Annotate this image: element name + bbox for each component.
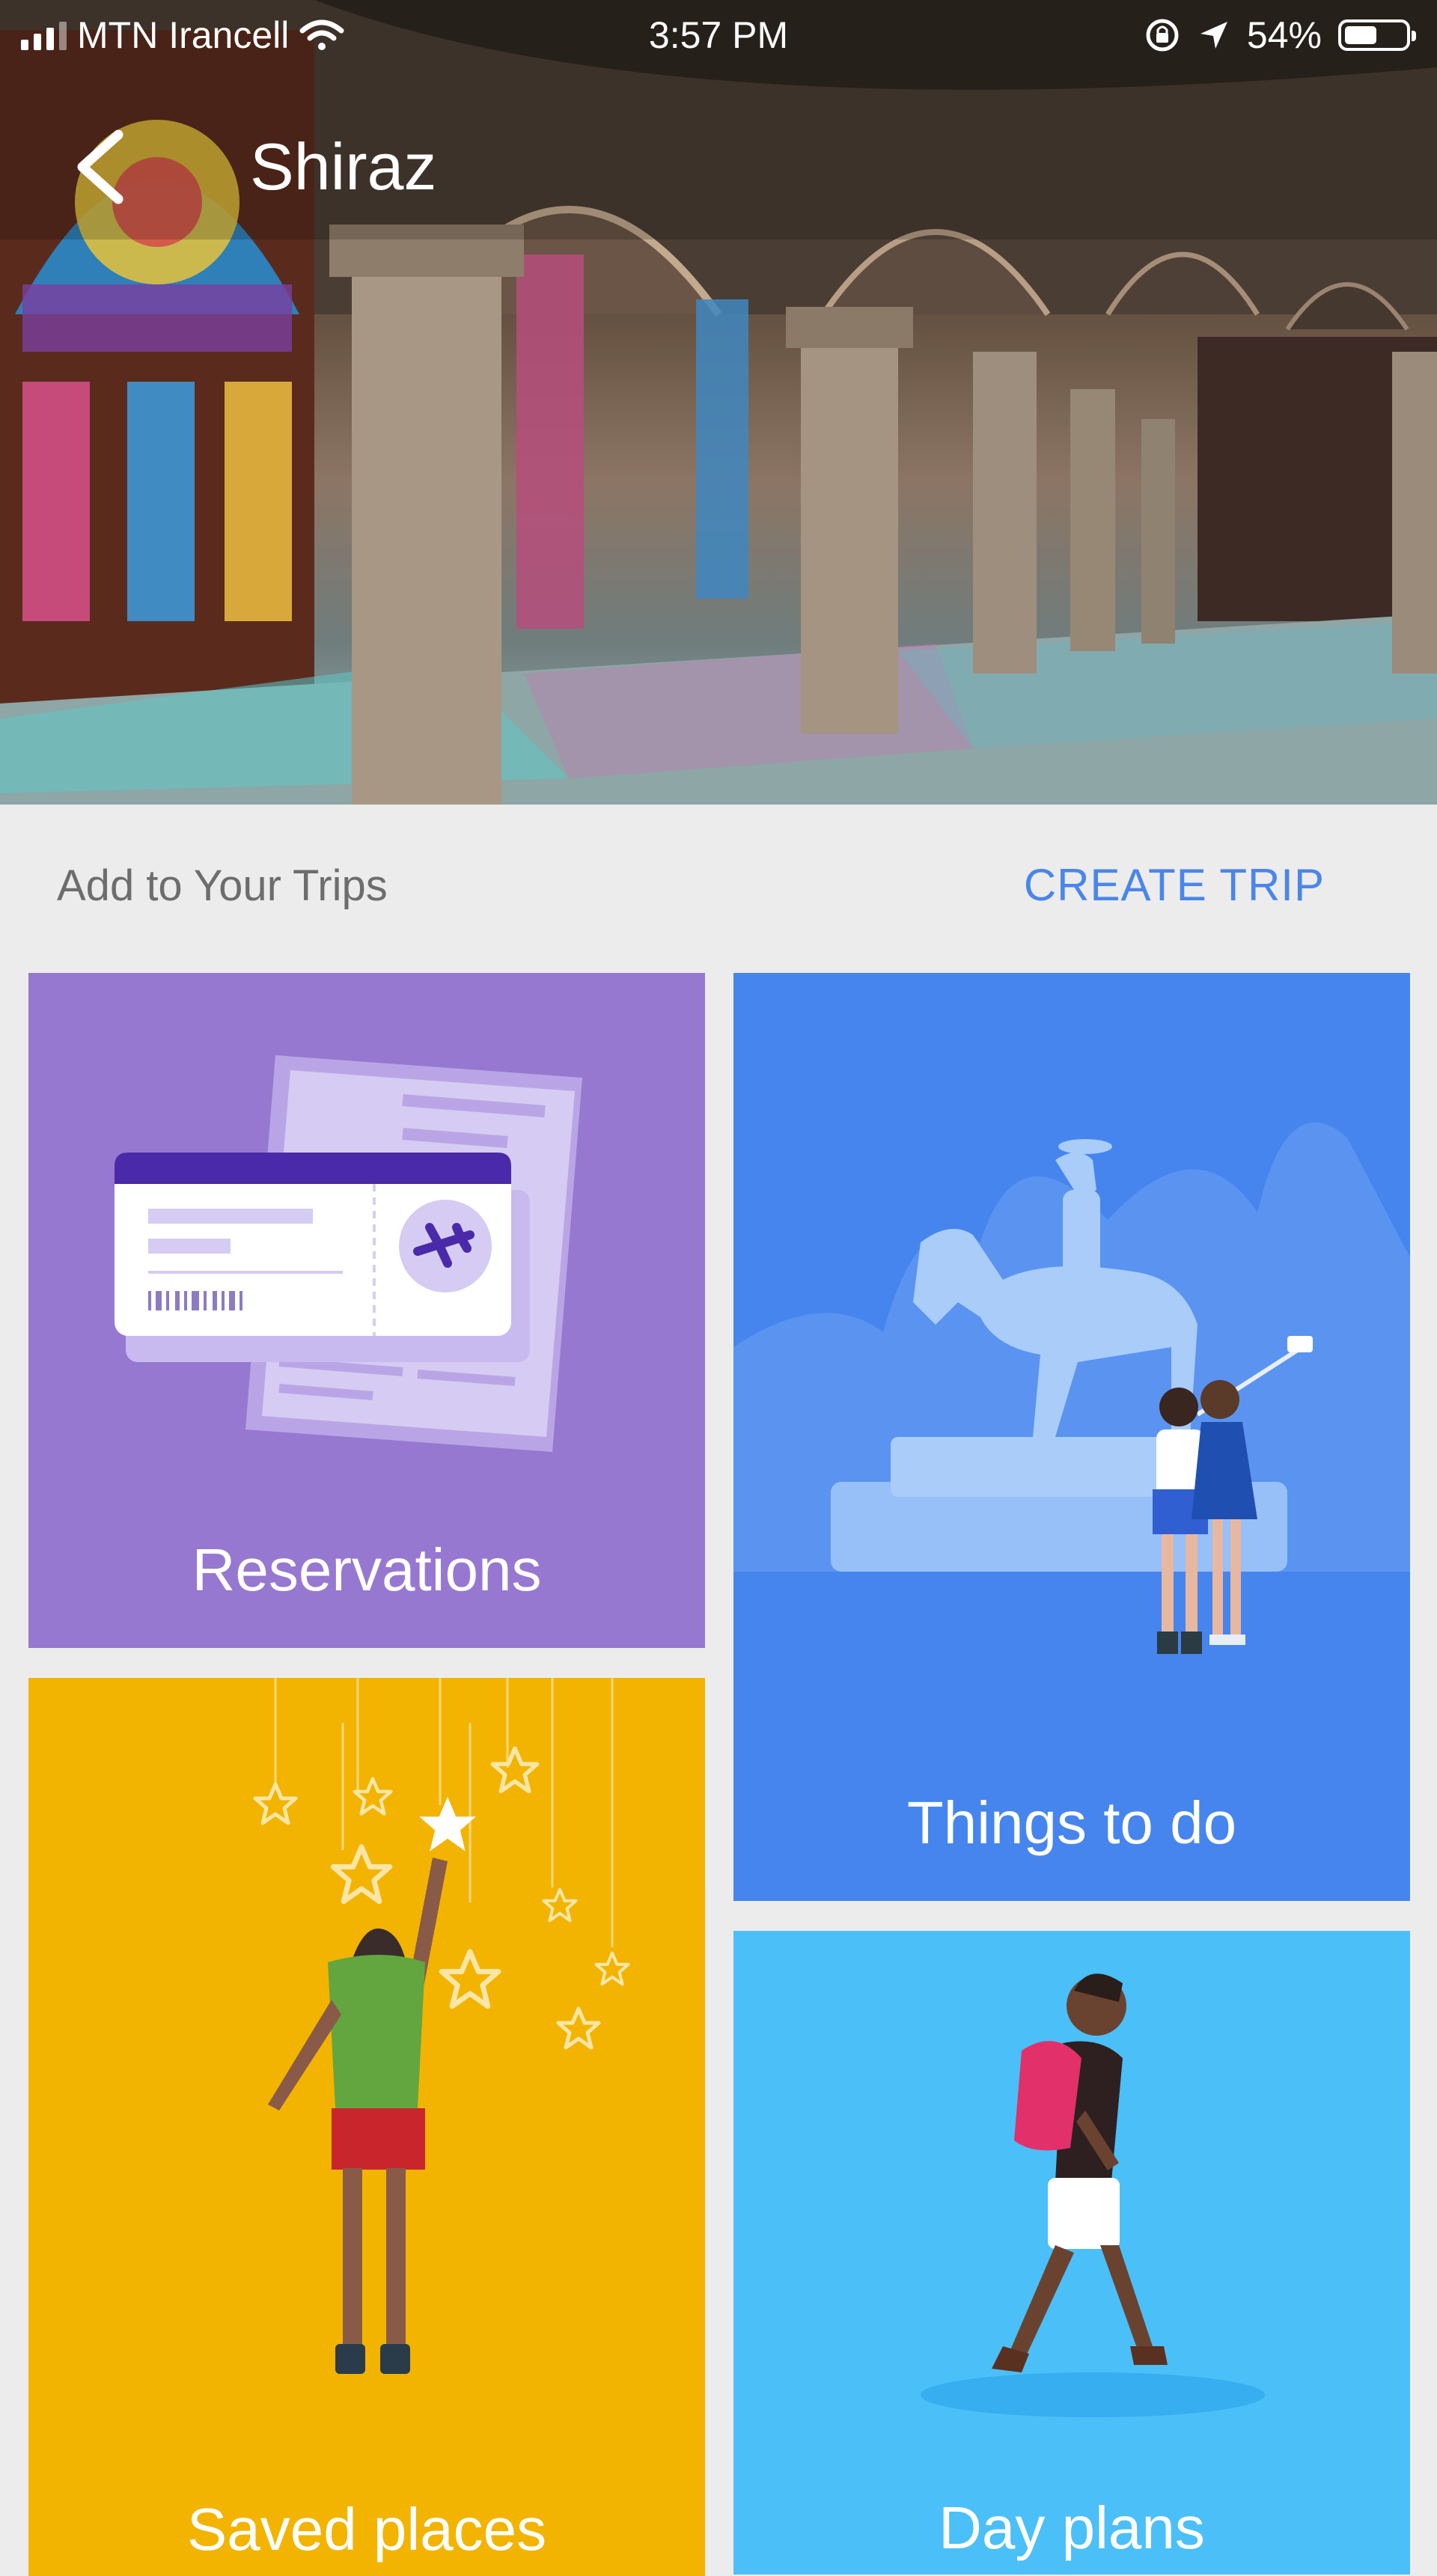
walking-person-illustration — [921, 1974, 1265, 2417]
reservations-label: Reservations — [192, 1536, 542, 1603]
things-to-do-label: Things to do — [906, 1789, 1237, 1856]
back-arrow-icon — [77, 129, 123, 204]
status-time: 3:57 PM — [648, 14, 789, 56]
day-plans-label: Day plans — [939, 2494, 1205, 2561]
add-to-trips-label: Add to Your Trips — [57, 861, 388, 910]
battery-icon — [1338, 19, 1416, 51]
back-button[interactable] — [66, 126, 133, 208]
statue-selfie-illustration — [733, 1122, 1410, 1654]
saved-places-card[interactable]: Saved places — [28, 1678, 705, 2576]
page-title: Shiraz — [250, 129, 437, 204]
location-arrow-icon — [1200, 22, 1227, 49]
create-trip-button[interactable]: CREATE TRIP — [1024, 859, 1325, 911]
hero-image: MTN Irancell 3:57 PM 54% Shiraz — [0, 0, 1437, 805]
reservations-card[interactable]: Reservations — [28, 973, 705, 1648]
rotation-lock-icon — [1146, 19, 1179, 52]
mosque-interior-photo — [0, 0, 1437, 805]
battery-fill — [1345, 26, 1376, 44]
battery-percentage: 54% — [1246, 14, 1322, 56]
things-to-do-card[interactable]: Things to do — [733, 973, 1410, 1901]
stars-illustration — [253, 1678, 630, 2374]
day-plans-card[interactable]: Day plans — [733, 1931, 1410, 2575]
status-bar: MTN Irancell 3:57 PM 54% — [0, 0, 1437, 72]
saved-places-label: Saved places — [186, 2496, 547, 2563]
